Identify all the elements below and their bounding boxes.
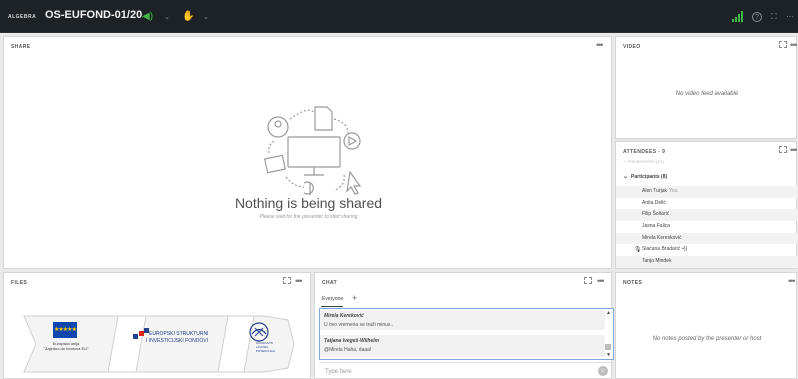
speaker-icon[interactable]: ◀) bbox=[142, 10, 153, 23]
chat-pod-menu-button[interactable]: ••• bbox=[597, 276, 605, 286]
eu-slogan-label: "Zajedno do fondova EU" bbox=[43, 346, 89, 351]
presenters-group[interactable]: ✓ PRESENTERS (1/1) bbox=[623, 159, 664, 164]
chat-input-placeholder: Type here bbox=[325, 369, 352, 375]
participants-list: Alen Turjak You Anita Delić Filip Šoltari… bbox=[616, 186, 798, 268]
participant-name: Tanja Mindek bbox=[642, 258, 672, 265]
participant-name: Jasna Falica bbox=[642, 223, 671, 230]
connect-meeting-room: ALGEBRA OS-EUFOND-01/20 ◀) ⌄ ✋ ⌄ ? ⛶ ⋯ S… bbox=[0, 0, 798, 379]
participant-name: Filip Šoltarić bbox=[642, 211, 670, 218]
notes-pod-title: NOTES bbox=[623, 280, 643, 286]
more-icon[interactable]: ⋯ bbox=[786, 10, 794, 23]
chat-pod: CHAT ••• Everyone + Mirela Kereković U o… bbox=[314, 272, 614, 379]
maximize-icon[interactable] bbox=[584, 277, 592, 284]
nothing-shared-subtext: Please wait for the presenter to start s… bbox=[259, 214, 358, 220]
chat-tab-everyone[interactable]: Everyone bbox=[322, 296, 343, 302]
chat-messages[interactable]: Mirela Kereković U ovo vrernena se traži… bbox=[319, 308, 614, 360]
notes-pod: NOTES ••• No notes posted by the present… bbox=[615, 272, 797, 379]
eu-funds-banner[interactable]: ★★★★★ Europska unija "Zajedno do fondova… bbox=[18, 310, 300, 376]
participant-row[interactable]: Mirela Keresković bbox=[616, 232, 798, 245]
raise-hand-icon[interactable]: ✋ bbox=[182, 10, 194, 23]
top-bar: ALGEBRA OS-EUFOND-01/20 ◀) ⌄ ✋ ⌄ ? ⛶ ⋯ bbox=[0, 0, 798, 33]
no-video-message: No video feed available bbox=[675, 91, 739, 97]
add-chat-tab-button[interactable]: + bbox=[352, 293, 357, 303]
video-pod-title: VIDEO bbox=[623, 44, 641, 50]
participant-name: Alen Turjak You bbox=[642, 188, 678, 194]
participant-row[interactable]: Tanja Mindek bbox=[616, 256, 798, 268]
video-pod-menu-button[interactable]: ••• bbox=[790, 40, 798, 50]
logo-text: ALGEBRA bbox=[8, 13, 37, 20]
nothing-shared-heading: Nothing is being shared bbox=[234, 195, 383, 211]
participant-name: Slaćana Bradarić •)) bbox=[642, 246, 688, 253]
chat-message-text: @Mirela Haha, daaa! bbox=[324, 347, 372, 353]
attendees-pod-menu-button[interactable]: ••• bbox=[790, 145, 798, 155]
attendees-pod: ATTENDEES - 9 ••• ✓ PRESENTERS (1/1) ⌄ P… bbox=[615, 141, 798, 269]
participants-group-header[interactable]: ⌄ Participants (8) bbox=[623, 173, 668, 181]
participant-name: Anita Delić bbox=[642, 199, 666, 206]
chevron-down-icon: ⌄ bbox=[623, 174, 629, 180]
attendees-pod-header: ATTENDEES - 9 ••• bbox=[616, 142, 798, 160]
notes-pod-menu-button[interactable]: ••• bbox=[788, 276, 796, 286]
chat-input-field[interactable]: Type here ☺ bbox=[319, 362, 614, 379]
esif-line-1: EUROPSKI STRUKTURNI bbox=[149, 331, 209, 337]
share-pod: SHARE ••• Nothing is being shared Please… bbox=[3, 36, 612, 269]
video-pod-header: VIDEO ••• bbox=[616, 37, 798, 55]
speaking-indicator-icon: •)) bbox=[682, 246, 688, 253]
participant-row[interactable]: Alen Turjak You bbox=[616, 186, 798, 198]
participant-name: Mirela Keresković bbox=[642, 234, 682, 241]
no-notes-message: No notes posted by the presenter or host bbox=[652, 336, 762, 342]
chat-message-text: U ovo vrernena se traži minus.. bbox=[324, 322, 394, 328]
chat-message: Mirela Kereković U ovo vrernena se traži… bbox=[320, 310, 605, 330]
participant-row[interactable]: Anita Delić bbox=[616, 198, 798, 210]
chat-pod-title: CHAT bbox=[322, 280, 338, 286]
chat-message-author: Tatjana Ivegeš-Wilhelm bbox=[324, 338, 380, 344]
eu-flag-icon: ★★★★★ bbox=[53, 322, 77, 338]
participant-row[interactable]: Jasna Falica bbox=[616, 221, 798, 233]
files-pod-menu-button[interactable]: ••• bbox=[295, 276, 303, 286]
chat-scrollbar-thumb[interactable] bbox=[605, 344, 611, 350]
chat-message: Tatjana Ivegeš-Wilhelm @Mirela Haha, daa… bbox=[320, 335, 605, 357]
chevron-down-icon[interactable]: ⌄ bbox=[203, 10, 209, 23]
algebra-logo: ALGEBRA bbox=[4, 13, 37, 20]
chat-tab-underline bbox=[321, 306, 343, 307]
video-pod: VIDEO ••• No video feed available bbox=[615, 36, 798, 139]
chat-pod-header: CHAT ••• bbox=[315, 273, 611, 291]
scroll-down-icon[interactable]: ▼ bbox=[606, 352, 611, 358]
participant-row[interactable]: Filip Šoltarić bbox=[616, 209, 798, 222]
chevron-down-icon[interactable]: ⌄ bbox=[164, 10, 170, 23]
microphone-icon: 🎙 bbox=[634, 247, 642, 254]
share-pod-title: SHARE bbox=[11, 44, 31, 50]
ljudski-potencijali-label: UČINKOVITI LJUDSKI POTENCIJALI bbox=[256, 341, 276, 353]
emoji-icon[interactable]: ☺ bbox=[598, 366, 608, 376]
room-title: OS-EUFOND-01/20 bbox=[45, 9, 143, 21]
attendees-pod-title: ATTENDEES - 9 bbox=[623, 149, 666, 155]
chat-message-author: Mirela Kereković bbox=[324, 313, 364, 319]
files-pod-title: FILES bbox=[11, 280, 28, 286]
esif-line-2: I INVESTICIJSKI FONDOVI bbox=[146, 338, 208, 344]
participant-row[interactable]: 🎙 Slaćana Bradarić •)) bbox=[616, 244, 798, 256]
participants-label: Participants (8) bbox=[631, 173, 668, 180]
notes-pod-header: NOTES ••• bbox=[616, 273, 796, 291]
help-icon[interactable]: ? bbox=[752, 12, 762, 22]
you-label: You bbox=[669, 188, 678, 194]
share-pod-menu-button[interactable]: ••• bbox=[596, 40, 604, 50]
share-pod-header: SHARE ••• bbox=[4, 37, 611, 55]
files-pod-header: FILES ••• bbox=[4, 273, 310, 291]
maximize-icon[interactable] bbox=[283, 277, 291, 284]
maximize-icon[interactable] bbox=[779, 146, 787, 153]
signal-strength-icon[interactable] bbox=[731, 11, 743, 22]
scroll-up-icon[interactable]: ▲ bbox=[606, 310, 611, 316]
fullscreen-icon[interactable]: ⛶ bbox=[771, 10, 777, 23]
maximize-icon[interactable] bbox=[779, 41, 787, 48]
files-pod: FILES ••• ★★★★★ Europska unija "Zajedno … bbox=[3, 272, 311, 379]
